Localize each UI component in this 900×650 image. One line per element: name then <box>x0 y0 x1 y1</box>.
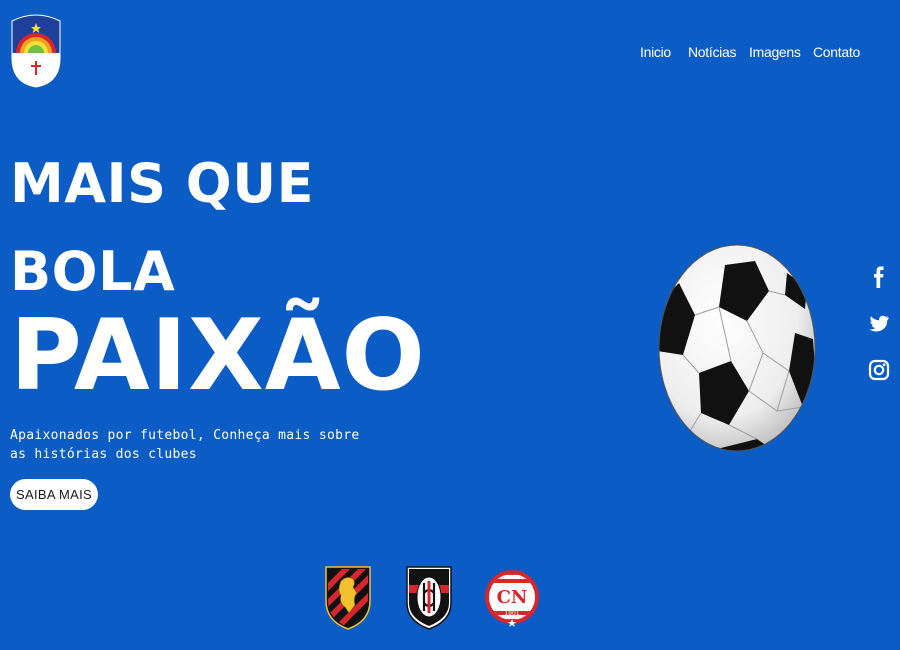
nav-link-contato[interactable]: Contato <box>813 44 860 60</box>
main-nav: Inicio Notícias Imagens Contato <box>0 44 900 64</box>
santa-cruz-crest-icon[interactable] <box>402 563 456 631</box>
hero-heading-line-2: BOLA <box>10 240 176 303</box>
saiba-mais-button[interactable]: SAIBA MAIS <box>10 479 98 510</box>
sport-recife-crest-icon[interactable] <box>323 563 373 631</box>
nav-link-noticias[interactable]: Notícias <box>688 44 736 60</box>
soccer-ball-icon <box>658 244 816 452</box>
twitter-icon[interactable] <box>866 311 892 337</box>
hero-subtitle: Apaixonados por futebol, Conheça mais so… <box>10 428 360 462</box>
nav-link-imagens[interactable]: Imagens <box>749 44 801 60</box>
svg-text:CN: CN <box>497 587 528 608</box>
nautico-year-label: 1901 <box>504 610 519 617</box>
facebook-icon[interactable] <box>866 264 892 290</box>
nautico-crest-icon[interactable]: CN 1901 <box>484 563 540 631</box>
instagram-icon[interactable] <box>866 357 892 383</box>
nav-link-inicio[interactable]: Inicio <box>640 44 671 60</box>
hero-heading-line-3: PAIXÃO <box>10 299 426 413</box>
hero-heading-line-1: MAIS QUE <box>10 152 314 215</box>
